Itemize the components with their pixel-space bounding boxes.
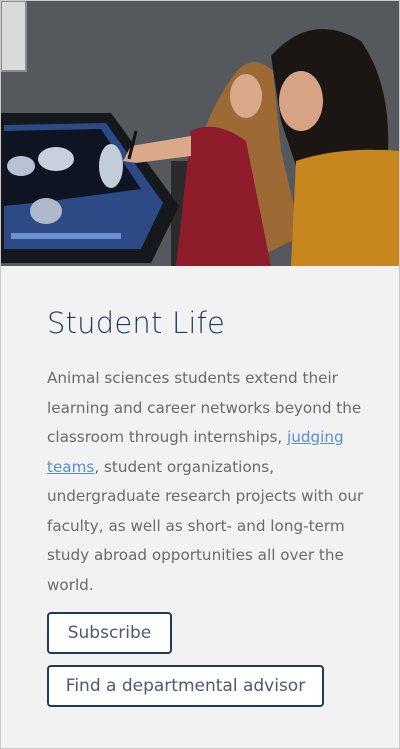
section-description: Animal sciences students extend their le… — [47, 364, 369, 600]
hero-illustration — [1, 1, 399, 266]
student-life-card: Student Life Animal sciences students ex… — [0, 0, 400, 749]
find-advisor-button[interactable]: Find a departmental advisor — [47, 665, 324, 707]
content-area: Student Life Animal sciences students ex… — [47, 266, 369, 707]
subscribe-button[interactable]: Subscribe — [47, 612, 172, 654]
description-text-end: , student organizations, undergraduate r… — [47, 457, 364, 594]
hero-image — [1, 1, 399, 266]
section-title: Student Life — [47, 306, 226, 340]
